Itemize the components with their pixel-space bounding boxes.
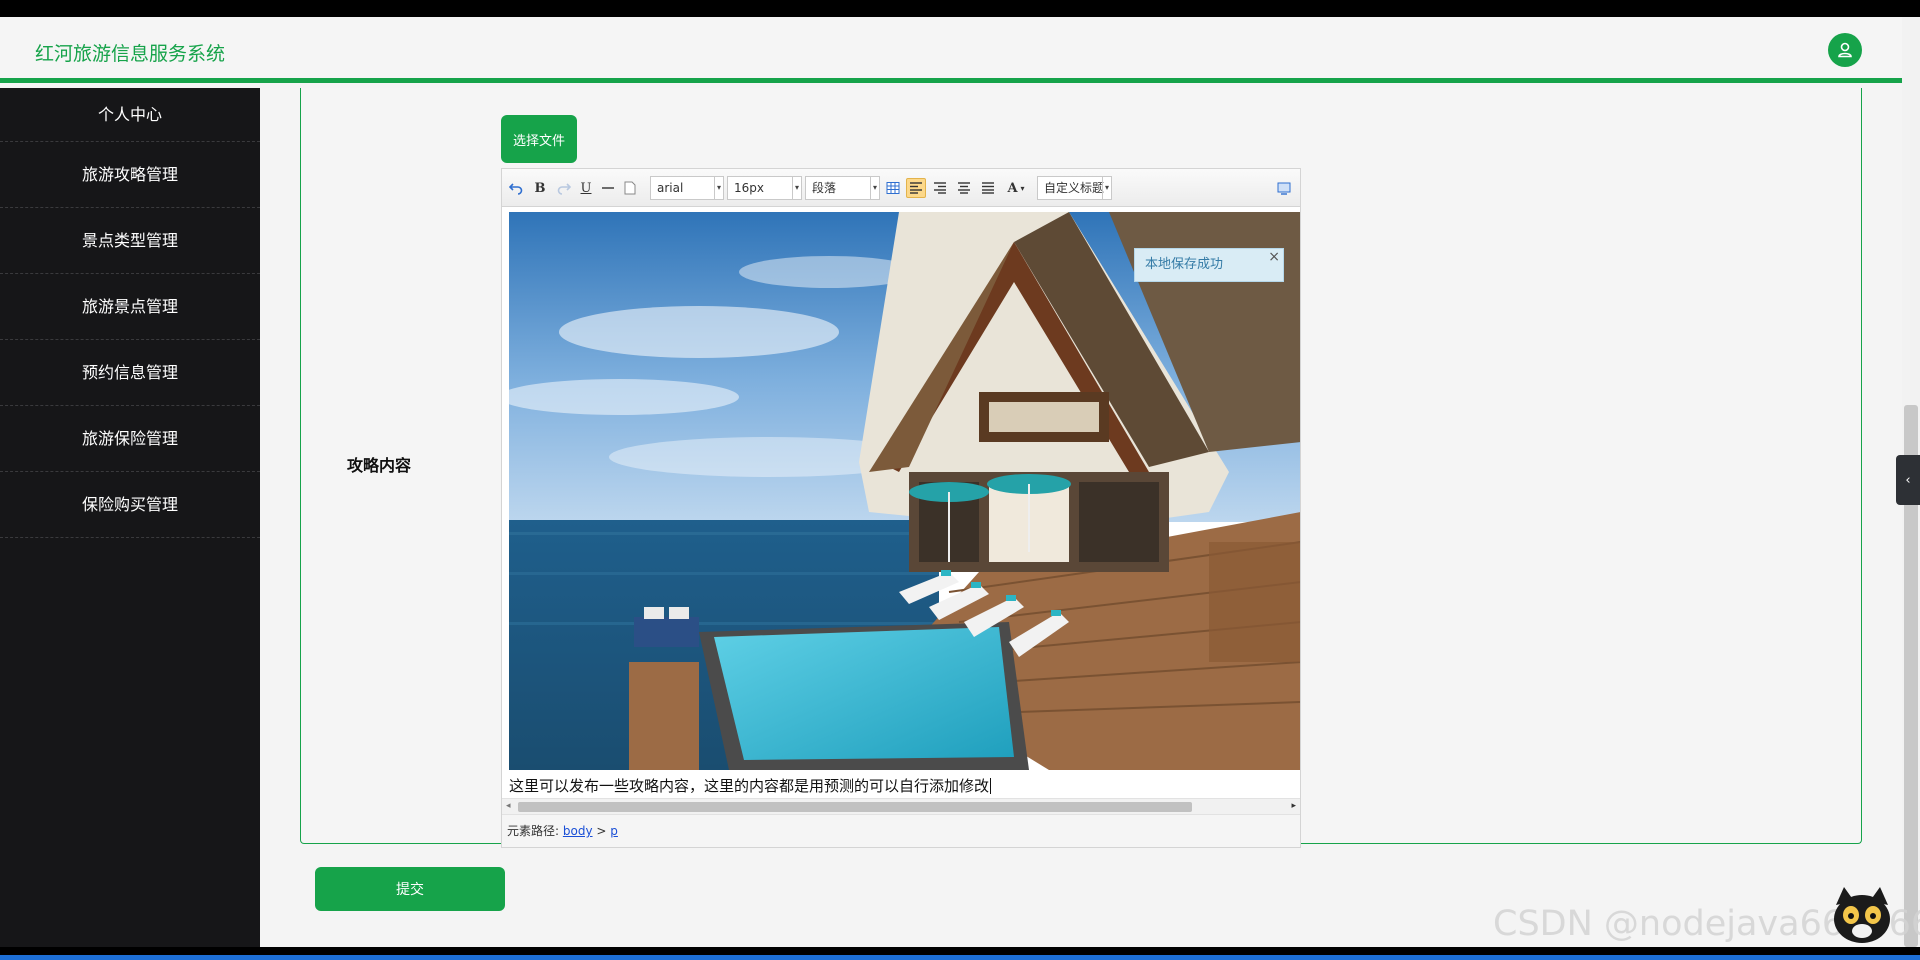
preview-icon[interactable]	[1274, 178, 1294, 198]
chevron-down-icon: ▾	[1102, 177, 1111, 199]
font-family-value: arial	[657, 181, 684, 195]
editor-paragraph: 这里可以发布一些攻略内容，这里的内容都是用预测的可以自行添加修改	[509, 775, 992, 796]
path-body-link[interactable]: body	[563, 824, 593, 838]
app-title: 红河旅游信息服务系统	[35, 43, 226, 65]
user-avatar-button[interactable]	[1828, 33, 1862, 67]
font-color-label: A	[1007, 180, 1018, 196]
chevron-down-icon: ▾	[870, 177, 879, 199]
text-caret	[990, 778, 992, 794]
sidebar-item-profile[interactable]: 个人中心	[0, 88, 260, 142]
element-path-label: 元素路径:	[507, 824, 560, 838]
sidebar-item-scenic-spots[interactable]: 旅游景点管理	[0, 274, 260, 340]
font-size-value: 16px	[734, 181, 764, 195]
editor-toolbar: B U arial ▾ 16px ▾ 段落 ▾ A ▾ 自定义标题 ▾	[502, 169, 1300, 207]
chevron-left-icon[interactable]: ‹	[1896, 455, 1920, 505]
sidebar-item-insurance[interactable]: 旅游保险管理	[0, 406, 260, 472]
form-panel: 选择文件 攻略内容 B U arial ▾ 16px ▾ 段落 ▾ A ▾ 自定…	[300, 88, 1862, 848]
path-p-link[interactable]: p	[610, 824, 618, 838]
chevron-down-icon: ▾	[714, 177, 723, 199]
scroll-right-icon[interactable]: ▸	[1291, 801, 1296, 811]
top-header: 红河旅游信息服务系统	[0, 17, 1902, 83]
editor-body[interactable]: 这里可以发布一些攻略内容，这里的内容都是用预测的可以自行添加修改 本地保存成功 …	[502, 207, 1300, 798]
custom-title-select[interactable]: 自定义标题 ▾	[1037, 176, 1112, 200]
rich-text-editor: B U arial ▾ 16px ▾ 段落 ▾ A ▾ 自定义标题 ▾ 这里可以…	[501, 168, 1301, 848]
underline-button[interactable]: U	[576, 178, 596, 198]
editor-horizontal-scrollbar[interactable]: ◂ ▸	[502, 798, 1300, 814]
font-color-button[interactable]: A ▾	[1002, 178, 1030, 198]
resort-photo	[509, 212, 1300, 770]
horizontal-rule-icon[interactable]	[598, 178, 618, 198]
app-window: 红河旅游信息服务系统 个人中心 旅游攻略管理 景点类型管理 旅游景点管理 预约信…	[0, 17, 1902, 947]
paragraph-select[interactable]: 段落 ▾	[805, 176, 880, 200]
cat-mascot-icon	[1830, 885, 1894, 947]
redo-icon[interactable]	[554, 178, 574, 198]
page-icon[interactable]	[620, 178, 640, 198]
content-field-label: 攻略内容	[347, 456, 412, 475]
autosave-toast: 本地保存成功 ×	[1134, 248, 1284, 282]
sidebar-item-insurance-purchase[interactable]: 保险购买管理	[0, 472, 260, 538]
table-icon[interactable]	[883, 178, 903, 198]
font-size-select[interactable]: 16px ▾	[727, 176, 802, 200]
font-family-select[interactable]: arial ▾	[650, 176, 724, 200]
custom-title-value: 自定义标题	[1044, 181, 1105, 195]
align-justify-icon[interactable]	[978, 178, 998, 198]
scrollbar-thumb[interactable]	[518, 802, 1192, 812]
main-content: 选择文件 攻略内容 B U arial ▾ 16px ▾ 段落 ▾ A ▾ 自定…	[260, 88, 1902, 947]
paragraph-value: 段落	[812, 181, 837, 195]
choose-file-button[interactable]: 选择文件	[501, 115, 577, 163]
path-separator: >	[596, 824, 607, 838]
close-icon[interactable]: ×	[1268, 241, 1280, 273]
chevron-down-icon: ▾	[792, 177, 801, 199]
align-left-icon[interactable]	[906, 178, 926, 198]
chevron-down-icon: ▾	[1020, 183, 1025, 193]
align-center-icon[interactable]	[954, 178, 974, 198]
editor-paragraph-text: 这里可以发布一些攻略内容，这里的内容都是用预测的可以自行添加修改	[509, 777, 990, 795]
bold-button[interactable]: B	[530, 178, 550, 198]
scroll-left-icon[interactable]: ◂	[506, 801, 511, 811]
user-icon	[1838, 42, 1852, 58]
sidebar-item-reservations[interactable]: 预约信息管理	[0, 340, 260, 406]
align-right-icon[interactable]	[930, 178, 950, 198]
submit-button[interactable]: 提交	[315, 867, 505, 911]
sidebar-item-guides[interactable]: 旅游攻略管理	[0, 142, 260, 208]
undo-icon[interactable]	[506, 178, 526, 198]
taskbar-progress-line	[0, 955, 1920, 960]
element-path-bar: 元素路径: body > p	[502, 814, 1300, 847]
toast-message: 本地保存成功	[1145, 257, 1224, 272]
sidebar-nav: 个人中心 旅游攻略管理 景点类型管理 旅游景点管理 预约信息管理 旅游保险管理 …	[0, 88, 260, 947]
sidebar-item-scenic-types[interactable]: 景点类型管理	[0, 208, 260, 274]
